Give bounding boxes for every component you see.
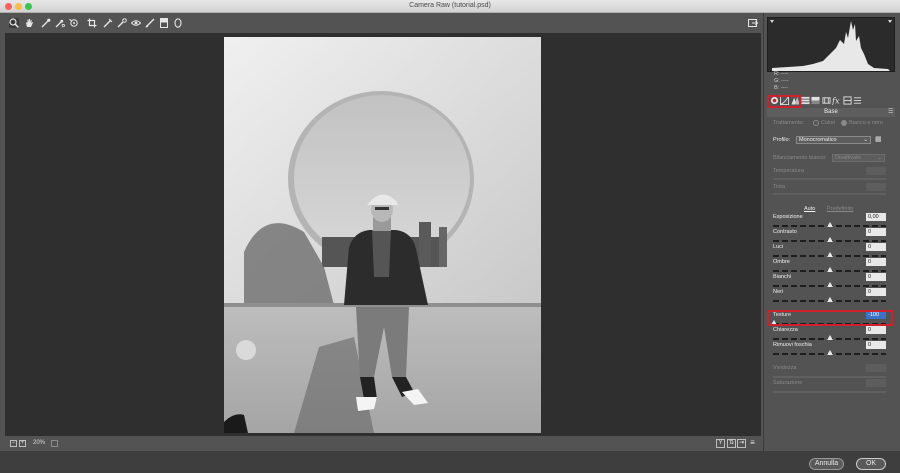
slider-label: Bianchi <box>773 274 792 280</box>
slider-value-field[interactable]: 0 <box>866 326 886 334</box>
slider-value-field[interactable]: 0 <box>866 273 886 281</box>
histogram-g-readout: G: ---- <box>774 78 789 84</box>
slider-label: Contrasto <box>773 229 797 235</box>
hand-tool-icon[interactable] <box>24 18 34 28</box>
radial-filter-icon[interactable] <box>173 18 183 28</box>
adjustment-brush-icon[interactable] <box>145 18 155 28</box>
zoom-in-button[interactable]: + <box>19 440 26 447</box>
tint-label: Tinta <box>773 184 786 190</box>
open-preferences-icon[interactable] <box>748 18 758 27</box>
slider-label: Esposizione <box>773 214 803 220</box>
zoom-dropdown[interactable] <box>51 440 58 447</box>
slider-thumb[interactable] <box>827 267 833 272</box>
slider-thumb[interactable] <box>827 252 833 257</box>
treatment-label: Trattamento: <box>773 120 804 126</box>
profile-dropdown[interactable]: Monocromatico ⌄ <box>796 136 871 144</box>
swap-settings-icon[interactable]: ⇅ <box>727 439 736 448</box>
slider-label: Neri <box>773 289 784 295</box>
section-title: Base <box>767 108 895 117</box>
slider-label: Luci <box>773 244 784 250</box>
toolbar <box>0 13 763 33</box>
slider-value-field[interactable]: 0 <box>866 288 886 296</box>
white-balance-dropdown[interactable]: Disattivato ⌄ <box>832 154 885 162</box>
tint-slider[interactable] <box>773 193 886 195</box>
histogram-r-readout: R: ---- <box>774 71 789 77</box>
zoom-level[interactable]: 20% <box>33 440 45 446</box>
treatment-bw-label: Bianco e nero <box>849 120 883 126</box>
ok-button[interactable]: OK <box>856 458 886 470</box>
treatment-color-radio[interactable] <box>813 120 819 126</box>
title-bar: Camera Raw (tutorial.psd) <box>0 0 900 13</box>
slider-thumb[interactable] <box>827 350 833 355</box>
slider-value-field[interactable] <box>866 364 886 372</box>
spot-removal-icon[interactable] <box>117 18 127 28</box>
temperature-label: Temperatura <box>773 168 804 174</box>
slider-value-field[interactable]: 0 <box>866 228 886 236</box>
profile-browser-icon[interactable]: ▦ <box>875 135 885 144</box>
window-title: Camera Raw (tutorial.psd) <box>409 2 491 9</box>
section-menu-icon[interactable]: ☰ <box>888 109 895 115</box>
tabs-highlight-box <box>767 95 801 108</box>
slider-value-field[interactable] <box>866 379 886 387</box>
white-balance-icon[interactable] <box>41 18 51 28</box>
copy-settings-icon[interactable]: ⇥ <box>737 439 746 448</box>
svg-text:fx: fx <box>832 96 840 105</box>
graduated-filter-icon[interactable] <box>159 18 169 28</box>
slider-label: Chiarezza <box>773 327 798 333</box>
tab-presets-icon[interactable] <box>853 96 862 105</box>
temperature-value[interactable] <box>866 167 886 175</box>
treatment-color-label: Colori <box>821 120 836 126</box>
cancel-button[interactable]: Annulla <box>809 458 844 470</box>
slider-value-field[interactable]: 0 <box>866 243 886 251</box>
temperature-slider[interactable] <box>773 178 886 180</box>
tab-hsl-icon[interactable] <box>801 96 810 105</box>
slider-thumb[interactable] <box>827 335 833 340</box>
crop-icon[interactable] <box>87 18 97 28</box>
slider-thumb[interactable] <box>827 282 833 287</box>
zoom-tool-icon[interactable] <box>9 18 19 28</box>
slider-label: Vividezza <box>773 365 797 371</box>
red-eye-icon[interactable] <box>131 18 141 28</box>
tab-effects-icon[interactable]: fx <box>832 96 841 105</box>
zoom-out-button[interactable]: − <box>10 440 17 447</box>
targeted-adjustment-icon[interactable] <box>69 18 79 28</box>
slider-value-field[interactable]: 0 <box>866 258 886 266</box>
tab-lens-icon[interactable] <box>822 96 831 105</box>
auto-link[interactable]: Auto <box>804 206 815 212</box>
histogram <box>767 17 895 72</box>
slider-track[interactable] <box>773 376 886 378</box>
slider-value-field[interactable]: 0 <box>866 341 886 349</box>
photo-preview[interactable] <box>224 37 541 433</box>
slider-thumb[interactable] <box>827 297 833 302</box>
tab-calibration-icon[interactable] <box>843 96 852 105</box>
color-sampler-icon[interactable] <box>55 18 65 28</box>
white-balance-label: Bilanciamento bianco: <box>773 155 827 161</box>
slider-thumb[interactable] <box>827 222 833 227</box>
before-after-toggle-icon[interactable]: Y <box>716 439 725 448</box>
tint-value[interactable] <box>866 183 886 191</box>
dialog-footer: Annulla OK <box>0 451 900 473</box>
slider-track[interactable] <box>773 391 886 393</box>
straighten-icon[interactable] <box>103 18 113 28</box>
slider-label: Saturazione <box>773 380 803 386</box>
defaults-link[interactable]: Predefinito <box>827 206 853 212</box>
menu-icon[interactable]: ≡ <box>748 439 757 448</box>
slider-label: Rimuovi foschia <box>773 342 812 348</box>
histogram-b-readout: B: ---- <box>774 85 789 91</box>
treatment-bw-radio[interactable] <box>841 120 847 126</box>
status-bar: − + 20% Y ⇅ ⇥ ≡ <box>0 436 763 451</box>
slider-label: Ombre <box>773 259 790 265</box>
slider-value-field[interactable]: 0,00 <box>866 213 886 221</box>
profile-label: Profilo: <box>773 137 791 143</box>
texture-highlight-box <box>767 310 893 326</box>
slider-thumb[interactable] <box>827 237 833 242</box>
tab-split-toning-icon[interactable] <box>811 96 820 105</box>
